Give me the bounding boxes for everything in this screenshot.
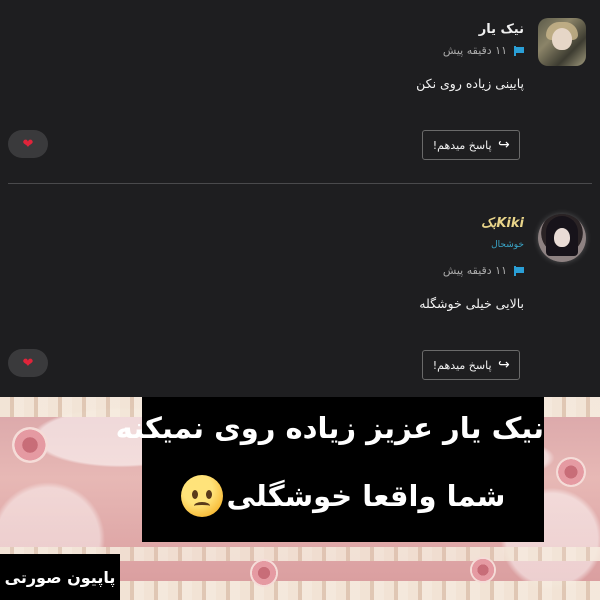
caption-overlay: نیک یار عزیز زیاده روی نمیکنه شما واقعا … xyxy=(115,397,544,542)
reply-button-label: پاسخ میدهم! xyxy=(432,358,492,372)
caption-line-2: شما واقعا خوشگلی xyxy=(142,475,544,517)
comment-divider xyxy=(8,183,592,184)
confused-face-emoji-icon xyxy=(180,475,223,517)
comment-meta: ۱۱ دقیقه پیش xyxy=(443,264,524,277)
heart-icon: ❤ xyxy=(22,355,34,371)
reply-arrow-icon: ↩ xyxy=(497,357,510,373)
user-avatar[interactable] xyxy=(538,18,586,66)
flag-icon xyxy=(513,265,524,276)
watermark-label: پاپیون صورتی xyxy=(0,554,120,600)
heart-icon: ❤ xyxy=(22,136,34,152)
reply-button[interactable]: ↩ پاسخ میدهم! xyxy=(422,350,520,380)
comment-item: نیک یار ۱۱ دقیقه پیش پایینی زیاده روی نک… xyxy=(0,0,600,182)
reply-button-label: پاسخ میدهم! xyxy=(432,138,492,152)
flag-icon xyxy=(513,45,524,56)
comment-meta: ۱۱ دقیقه پیش xyxy=(443,44,524,57)
reply-arrow-icon: ↩ xyxy=(497,137,510,153)
comment-text: بالایی خیلی خوشگله xyxy=(419,296,524,311)
user-role-badge: خوشحال xyxy=(491,240,524,250)
like-button[interactable]: ❤ xyxy=(8,130,48,158)
comment-username[interactable]: نیک یار xyxy=(479,22,524,37)
like-button[interactable]: ❤ xyxy=(8,349,48,377)
comment-time: ۱۱ دقیقه پیش xyxy=(442,44,507,57)
comment-text: پایینی زیاده روی نکن xyxy=(416,76,524,91)
reply-button[interactable]: ↩ پاسخ میدهم! xyxy=(422,130,520,160)
comment-username[interactable]: Kikiبک xyxy=(481,216,524,231)
user-avatar[interactable] xyxy=(538,214,586,262)
caption-line-2-text: شما واقعا خوشگلی xyxy=(226,479,506,513)
comment-thread: نیک یار ۱۱ دقیقه پیش پایینی زیاده روی نک… xyxy=(0,0,600,398)
comment-time: ۱۱ دقیقه پیش xyxy=(442,264,507,277)
caption-line-1: نیک یار عزیز زیاده روی نمیکنه xyxy=(115,411,544,445)
comment-item: Kikiبک خوشحال ۱۱ دقیقه پیش بالایی خیلی خ… xyxy=(0,196,600,396)
